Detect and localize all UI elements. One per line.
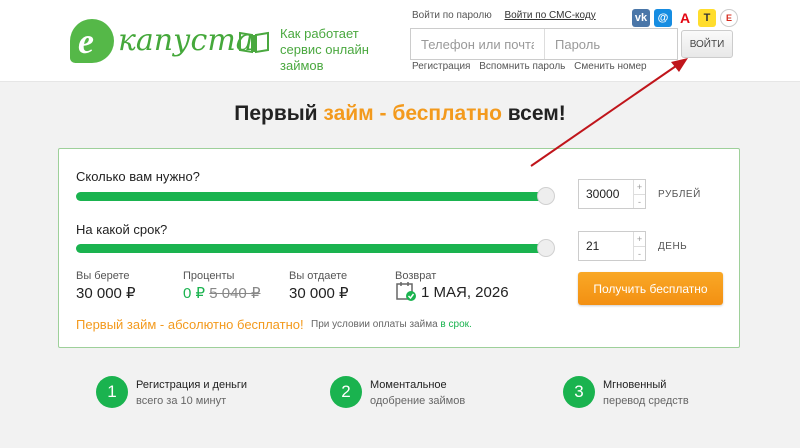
password-input[interactable] <box>545 29 677 59</box>
step-number: 2 <box>330 376 362 408</box>
login-by-sms-link[interactable]: Войти по СМС-коду <box>505 10 596 21</box>
term-decrement-button[interactable]: - <box>634 247 645 261</box>
return-label: Вы отдаете <box>289 270 348 282</box>
term-unit: ДЕНЬ <box>658 241 688 252</box>
get-loan-button[interactable]: Получить бесплатно <box>578 272 723 305</box>
gosuslugi-icon[interactable]: Е <box>720 9 738 27</box>
return-value: 30 000 ₽ <box>289 285 349 302</box>
amount-decrement-button[interactable]: - <box>634 195 645 209</box>
social-login: vk @ А T Е <box>632 9 738 27</box>
logo-text: капуста <box>118 23 254 58</box>
step-title: Мгновенный <box>603 379 667 391</box>
promo-text: Первый займ - абсолютно бесплатно! <box>76 317 304 332</box>
vk-icon[interactable]: vk <box>632 9 650 27</box>
step-title: Моментальное <box>370 379 447 391</box>
take-label: Вы берете <box>76 270 130 282</box>
amount-increment-button[interactable]: + <box>634 180 645 195</box>
promo-note: При условии оплаты займа в срок. <box>311 319 472 330</box>
take-value: 30 000 ₽ <box>76 285 136 302</box>
interest-old-value: 5 040 ₽ <box>209 285 261 302</box>
account-links: Регистрация Вспомнить пароль Сменить ном… <box>412 61 653 72</box>
step-subtitle: одобрение займов <box>370 395 466 407</box>
tinkoff-icon[interactable]: T <box>698 9 716 27</box>
interest-label: Проценты <box>183 270 235 282</box>
term-question: На какой срок? <box>76 222 168 237</box>
how-works-line2: сервис онлайн займов <box>280 42 369 73</box>
alfa-bank-icon[interactable]: А <box>676 9 694 27</box>
open-book-icon <box>239 31 269 54</box>
logo[interactable]: е капуста <box>70 19 254 63</box>
calendar-check-icon <box>396 282 416 301</box>
term-slider-handle[interactable] <box>537 239 555 257</box>
on-time-link[interactable]: в срок. <box>440 319 471 330</box>
remember-password-link[interactable]: Вспомнить пароль <box>479 61 565 72</box>
amount-slider-handle[interactable] <box>537 187 555 205</box>
loan-calculator: Сколько вам нужно? 30000 + - РУБЛЕЙ На к… <box>58 148 740 348</box>
phone-or-email-input[interactable] <box>411 29 545 59</box>
login-form <box>410 28 678 60</box>
register-link[interactable]: Регистрация <box>412 61 470 72</box>
change-number-link[interactable]: Сменить номер <box>574 61 646 72</box>
term-increment-button[interactable]: + <box>634 232 645 247</box>
due-date: 1 МАЯ, 2026 <box>421 284 509 301</box>
amount-slider-track[interactable] <box>76 192 546 201</box>
amount-unit: РУБЛЕЙ <box>658 189 701 200</box>
login-by-password-link[interactable]: Войти по паролю <box>412 10 492 21</box>
step-number: 1 <box>96 376 128 408</box>
step-title: Регистрация и деньги <box>136 379 248 391</box>
login-button[interactable]: ВОЙТИ <box>681 30 733 58</box>
how-works-line1: Как работает <box>280 26 359 41</box>
amount-input[interactable]: 30000 + - <box>578 179 646 209</box>
logo-leaf-icon: е <box>70 19 114 63</box>
term-slider-track[interactable] <box>76 244 546 253</box>
step-subtitle: всего за 10 минут <box>136 395 227 407</box>
term-input[interactable]: 21 + - <box>578 231 646 261</box>
step-subtitle: перевод средств <box>603 395 689 407</box>
mailru-icon[interactable]: @ <box>654 9 672 27</box>
page-title: Первый займ - бесплатно всем! <box>234 102 566 125</box>
step-number: 3 <box>563 376 595 408</box>
login-mode-links: Войти по паролю Войти по СМС-коду <box>412 10 606 21</box>
amount-question: Сколько вам нужно? <box>76 169 200 184</box>
site-header: е капуста Как работает сервис онлайн зай… <box>0 0 800 82</box>
interest-value: 0 ₽ 5 040 ₽ <box>183 285 261 302</box>
how-it-works-link[interactable]: Как работает сервис онлайн займов <box>238 26 408 73</box>
